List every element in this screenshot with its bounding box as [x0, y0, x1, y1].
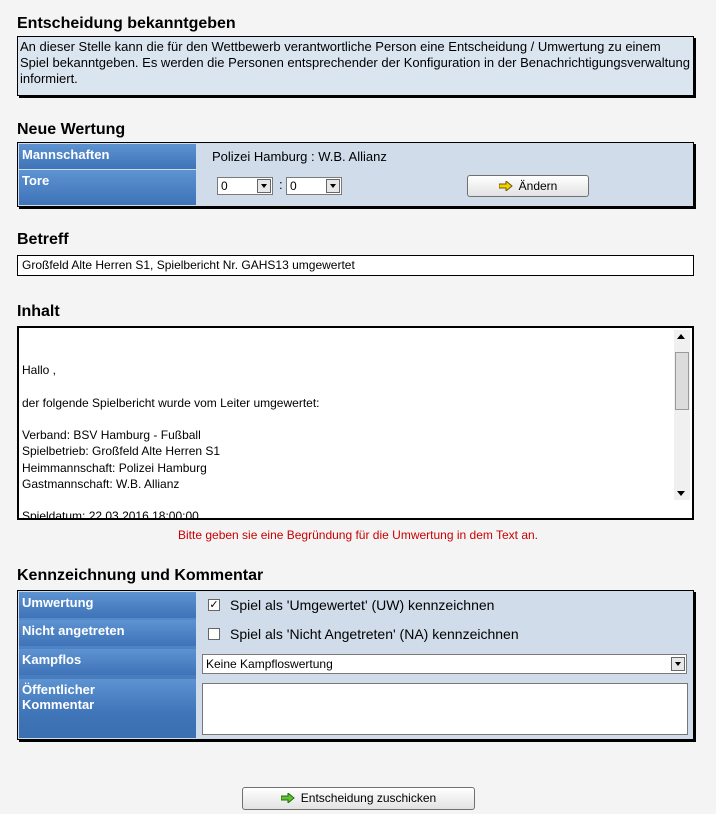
- kampflos-value: Keine Kampfloswertung: [206, 657, 333, 671]
- kommentar-label: Öffentlicher Kommentar: [19, 679, 196, 715]
- chevron-down-icon: [326, 179, 340, 193]
- scroll-thumb[interactable]: [675, 352, 689, 410]
- change-button[interactable]: Ändern: [467, 175, 589, 197]
- info-box: An dieser Stelle kann die für den Wettbe…: [17, 36, 694, 96]
- section-heading-kennzeichnung: Kennzeichnung und Kommentar: [17, 567, 264, 584]
- scroll-down-icon[interactable]: [677, 491, 685, 496]
- section-heading-neue-wertung: Neue Wertung: [17, 121, 126, 138]
- kennzeichnung-panel: Umwertung Nicht angetreten Kampflos Öffe…: [17, 590, 694, 740]
- kommentar-label-line1: Öffentlicher: [22, 682, 95, 697]
- submit-button-label: Entscheidung zuschicken: [300, 791, 437, 805]
- kommentar-textarea[interactable]: [202, 683, 688, 735]
- tore-label: Tore: [19, 170, 196, 205]
- page-title: Entscheidung bekanntgeben: [17, 15, 236, 32]
- kampflos-label: Kampflos: [19, 649, 196, 675]
- umwertung-checkbox-label: Spiel als 'Umgewertet' (UW) kennzeichnen: [230, 597, 495, 613]
- tore-away-select[interactable]: 0: [286, 177, 342, 195]
- arrow-right-icon: [280, 793, 295, 803]
- nicht-angetreten-checkbox-label: Spiel als 'Nicht Angetreten' (NA) kennze…: [230, 626, 519, 642]
- tore-separator: :: [279, 177, 283, 192]
- umwertung-checkbox[interactable]: ✓: [208, 599, 220, 611]
- inhalt-hint: Bitte geben sie eine Begründung für die …: [178, 528, 538, 542]
- nicht-angetreten-checkbox[interactable]: [208, 628, 220, 640]
- neue-wertung-panel: Mannschaften Tore Polizei Hamburg : W.B.…: [17, 142, 694, 207]
- arrow-right-icon: [498, 181, 513, 191]
- tore-home-select[interactable]: 0: [217, 177, 273, 195]
- kommentar-label-line2: Kommentar: [22, 697, 95, 712]
- kampflos-select[interactable]: Keine Kampfloswertung: [202, 654, 687, 674]
- section-heading-betreff: Betreff: [17, 231, 69, 248]
- submit-button[interactable]: Entscheidung zuschicken: [242, 787, 475, 810]
- mannschaften-label: Mannschaften: [19, 144, 196, 169]
- chevron-down-icon: [257, 179, 271, 193]
- scroll-up-icon[interactable]: [677, 334, 685, 339]
- umwertung-label: Umwertung: [19, 592, 196, 618]
- inhalt-textarea[interactable]: Hallo , der folgende Spielbericht wurde …: [17, 326, 694, 520]
- scrollbar[interactable]: [674, 330, 690, 500]
- chevron-down-icon: [671, 657, 685, 671]
- inhalt-text: Hallo , der folgende Spielbericht wurde …: [22, 363, 320, 520]
- tore-away-value: 0: [290, 179, 297, 193]
- section-heading-inhalt: Inhalt: [17, 303, 60, 320]
- mannschaften-value: Polizei Hamburg : W.B. Allianz: [212, 149, 387, 164]
- tore-home-value: 0: [221, 179, 228, 193]
- betreff-input[interactable]: Großfeld Alte Herren S1, Spielbericht Nr…: [17, 255, 694, 276]
- change-button-label: Ändern: [518, 179, 558, 193]
- nicht-angetreten-label: Nicht angetreten: [19, 620, 196, 646]
